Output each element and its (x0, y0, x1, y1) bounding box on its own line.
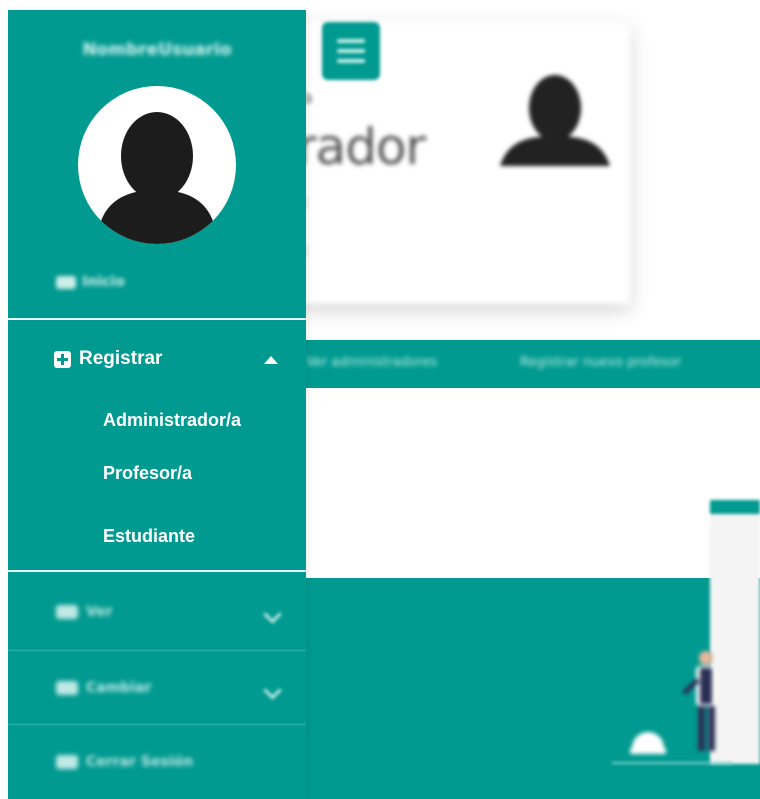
sidebar-item-label: Cerrar Sesión (86, 754, 194, 770)
footer-line (612, 762, 732, 764)
sidebar-section-registrar: Registrar Administrador/a Profesor/a Est… (8, 318, 306, 570)
footer-logo-icon (630, 732, 666, 754)
chevron-down-icon (263, 605, 282, 624)
sidebar-item-logout[interactable]: Cerrar Sesión (8, 728, 306, 798)
sidebar-item-label: Cambiar (86, 680, 152, 696)
divider (8, 724, 306, 725)
submenu-item-administrador[interactable]: Administrador/a (103, 410, 241, 431)
sidebar-item-cambiar[interactable]: Cambiar (8, 654, 306, 724)
divider (8, 570, 306, 572)
chevron-down-icon (263, 681, 282, 700)
sidebar-item-label: Ver (86, 604, 113, 620)
sidebar-item-inicio[interactable]: Inicio (56, 274, 125, 290)
hamburger-icon[interactable] (322, 22, 380, 80)
user-silhouette-icon (98, 112, 216, 244)
card-user-icon (500, 75, 610, 166)
card-title: rador (296, 118, 426, 176)
eye-icon (56, 605, 78, 619)
sidebar-item-registrar[interactable]: Registrar (54, 348, 162, 370)
caret-up-icon[interactable] (264, 356, 278, 364)
plus-square-icon (54, 350, 71, 368)
edit-icon (56, 681, 78, 695)
user-avatar-icon[interactable] (78, 86, 236, 244)
submenu-item-estudiante[interactable]: Estudiante (103, 526, 195, 547)
home-icon (56, 275, 76, 289)
registrar-label: Registrar (79, 348, 163, 369)
section-strip: Ver administradores Registrar nuevo prof… (300, 340, 760, 388)
submenu-item-profesor[interactable]: Profesor/a (103, 463, 192, 484)
sidebar: NombreUsuario Inicio Registrar Administr… (8, 10, 306, 799)
sidebar-username: NombreUsuario (82, 40, 232, 60)
person-illustration-icon (682, 651, 716, 751)
strip-link-registrar-profesor[interactable]: Registrar nuevo profesor (520, 355, 681, 370)
divider (8, 650, 306, 651)
logout-icon (56, 755, 78, 769)
sidebar-item-label: Inicio (82, 274, 125, 290)
sidebar-item-ver[interactable]: Ver (8, 578, 306, 648)
strip-link-ver-admins[interactable]: Ver administradores (306, 355, 437, 370)
